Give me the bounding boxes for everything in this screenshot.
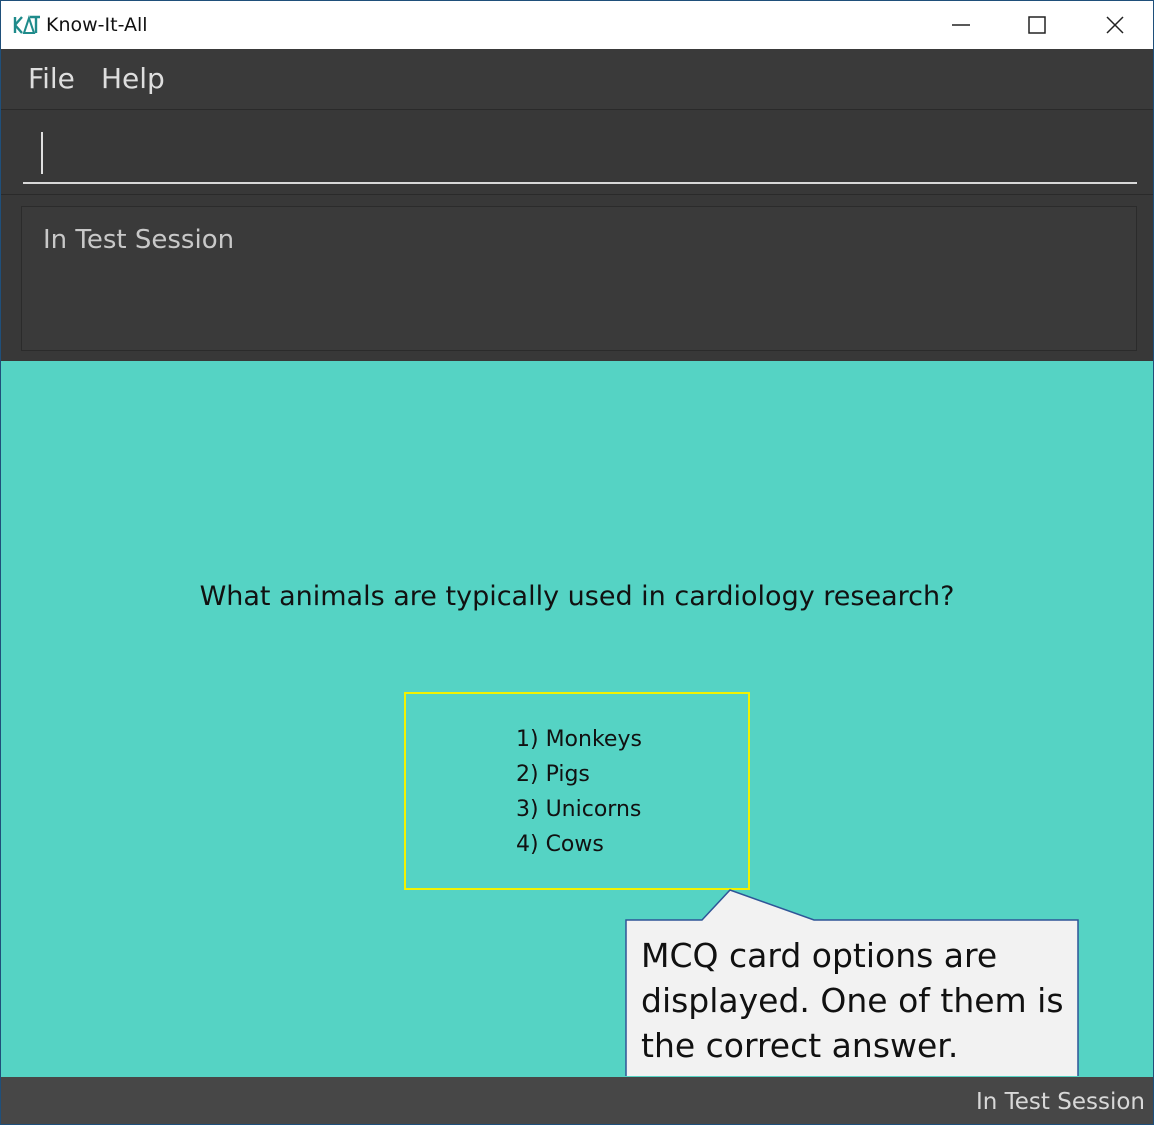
mcq-option-3: 3) Unicorns xyxy=(516,797,642,822)
know-it-all-logo-icon xyxy=(13,15,40,34)
minimize-button[interactable] xyxy=(923,1,999,49)
mcq-option-4: 4) Cows xyxy=(516,832,604,857)
maximize-icon xyxy=(1028,16,1046,34)
command-input[interactable] xyxy=(23,124,1137,184)
status-text: In Test Session xyxy=(975,1089,1145,1115)
minimize-icon xyxy=(952,24,970,26)
command-box-panel xyxy=(1,110,1153,195)
result-display[interactable]: In Test Session xyxy=(21,206,1137,351)
maximize-button[interactable] xyxy=(999,1,1075,49)
callout-line-3: the correct answer. xyxy=(641,1026,959,1065)
mcq-options-box: 1) Monkeys 2) Pigs 3) Unicorns 4) Cows xyxy=(404,692,750,890)
card-question: What animals are typically used in cardi… xyxy=(199,581,955,612)
close-button[interactable] xyxy=(1077,1,1153,49)
title-bar[interactable]: Know-It-All xyxy=(1,1,1153,49)
callout-line-1: MCQ card options are xyxy=(641,936,998,975)
mcq-options-list: 1) Monkeys 2) Pigs 3) Unicorns 4) Cows xyxy=(516,722,642,862)
menu-file[interactable]: File xyxy=(28,61,75,97)
app-window: Know-It-All File Help In Test Session Wh… xyxy=(0,0,1154,1125)
close-icon xyxy=(1106,16,1124,34)
text-caret xyxy=(41,132,43,174)
mcq-option-1: 1) Monkeys xyxy=(516,727,642,752)
callout-annotation: MCQ card options are displayed. One of t… xyxy=(641,933,1071,1068)
result-text: In Test Session xyxy=(43,225,235,255)
mcq-option-2: 2) Pigs xyxy=(516,762,590,787)
callout-line-2: displayed. One of them is xyxy=(641,981,1064,1020)
result-display-panel: In Test Session xyxy=(1,195,1153,361)
menu-help[interactable]: Help xyxy=(101,61,165,97)
status-bar: In Test Session xyxy=(1,1077,1153,1124)
menu-bar: File Help xyxy=(1,49,1153,110)
window-title: Know-It-All xyxy=(46,14,148,36)
